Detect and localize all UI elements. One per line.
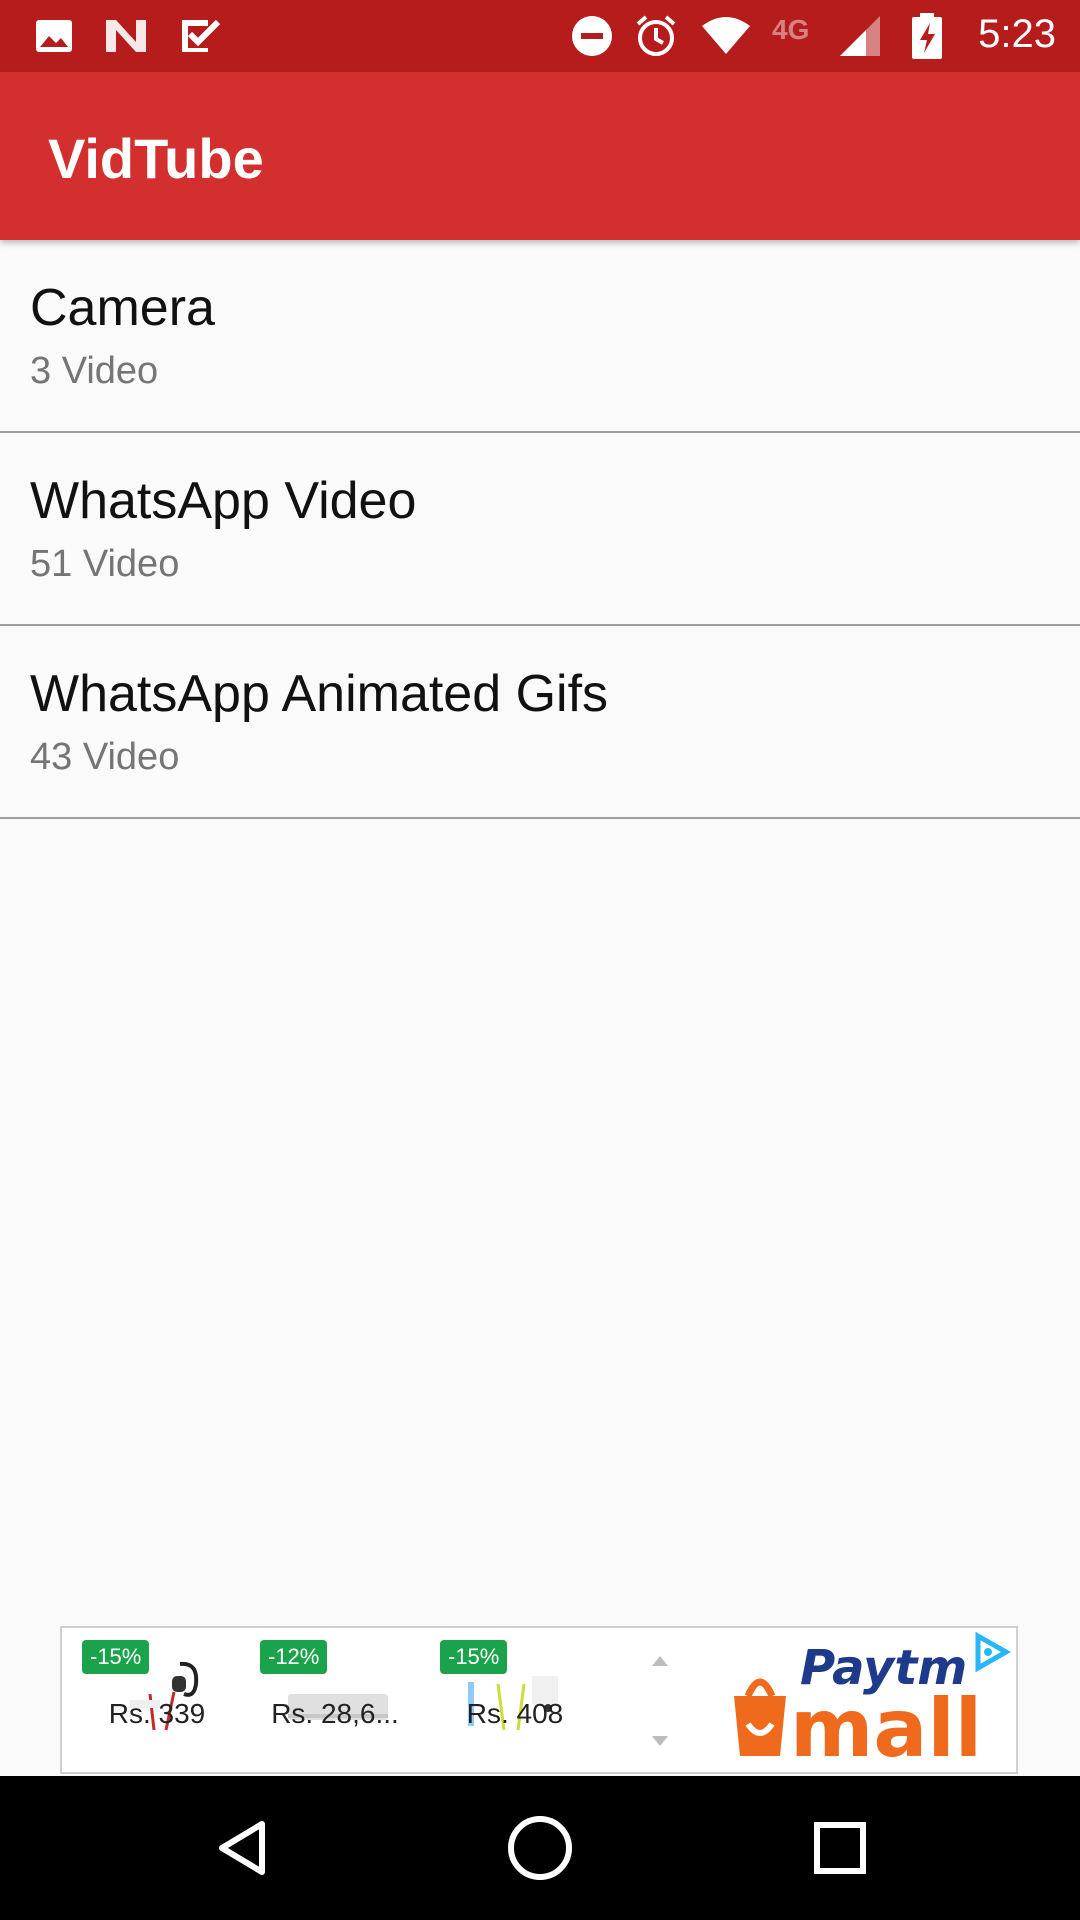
adchoices-icon[interactable] [970,1632,1012,1672]
back-icon[interactable] [200,1806,284,1890]
status-time: 5:23 [978,12,1056,56]
product-price: Rs. 408 [466,1698,564,1729]
folder-name: WhatsApp Video [30,472,417,530]
navigation-bar [0,1776,1080,1920]
app-bar: VidTube [0,72,1080,240]
carousel-arrows-icon[interactable] [648,1652,672,1752]
ad-product-1[interactable]: -15% Rs. 339 [82,1640,232,1770]
folder-list: Camera 3 Video WhatsApp Video 51 Video W… [0,240,1080,819]
dnd-icon [570,14,614,58]
n-app-icon [104,14,148,58]
status-bar: 4G 5:23 [0,0,1080,72]
folder-item-whatsapp-animated-gifs[interactable]: WhatsApp Animated Gifs 43 Video [0,626,1080,819]
product-price: Rs. 28,6... [271,1698,399,1729]
recents-icon[interactable] [798,1806,882,1890]
image-icon [34,14,74,58]
folder-name: WhatsApp Animated Gifs [30,665,609,723]
home-icon[interactable] [498,1806,582,1890]
app-title: VidTube [48,127,264,190]
discount-badge: -15% [440,1640,508,1674]
folder-video-count: 51 Video [30,543,180,585]
battery-charging-icon [910,13,944,59]
signal-icon [838,14,882,58]
ad-product-3[interactable]: -15% Rs. 408 [440,1640,590,1770]
ad-banner[interactable]: -15% Rs. 339 -12% Rs. 28,6... -15% Rs. 4… [60,1626,1018,1774]
folder-item-camera[interactable]: Camera 3 Video [0,240,1080,433]
alarm-icon [634,14,678,58]
ad-product-2[interactable]: -12% Rs. 28,6... [260,1640,410,1770]
svg-text:mall: mall [790,1682,982,1772]
discount-badge: -12% [260,1640,328,1674]
network-type: 4G [772,14,810,45]
product-price: Rs. 339 [108,1698,206,1729]
folder-item-whatsapp-video[interactable]: WhatsApp Video 51 Video [0,433,1080,626]
folder-video-count: 3 Video [30,350,159,392]
wifi-icon [700,14,752,58]
folder-name: Camera [30,279,215,337]
discount-badge: -15% [82,1640,150,1674]
check-app-icon [178,14,222,58]
folder-video-count: 43 Video [30,736,180,778]
